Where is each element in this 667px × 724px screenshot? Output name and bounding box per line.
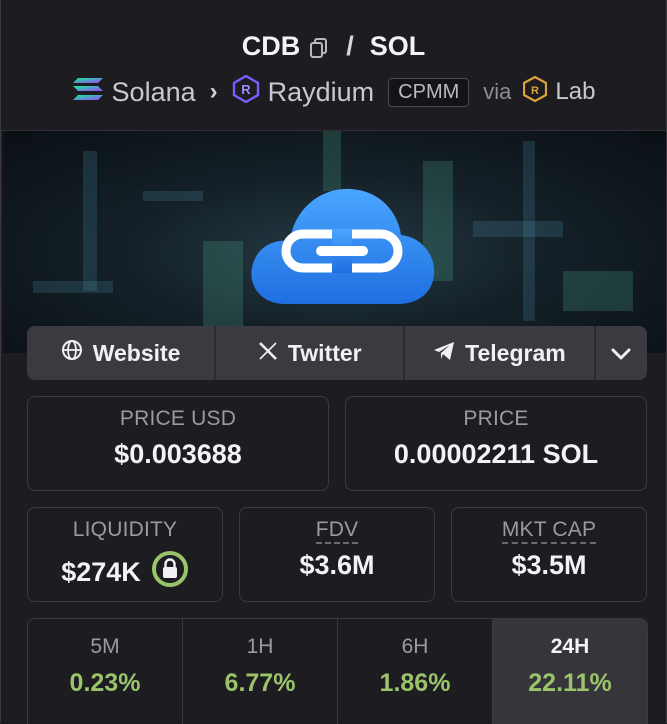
quote-token: SOL xyxy=(369,30,426,61)
price-native-label: PRICE xyxy=(463,407,529,430)
dex-link[interactable]: Raydium xyxy=(268,77,375,108)
mkt-cap-label[interactable]: MKT CAP xyxy=(501,518,597,544)
tab-label: 6H xyxy=(401,635,429,658)
globe-icon xyxy=(61,339,83,367)
website-button[interactable]: Website xyxy=(27,326,217,380)
tab-label: 24H xyxy=(550,635,590,658)
x-icon xyxy=(258,340,278,367)
lab-icon: R xyxy=(523,75,548,109)
price-change: 6.77% xyxy=(224,669,296,697)
price-change: 22.11% xyxy=(528,669,612,697)
fdv-value: $3.6M xyxy=(299,550,375,580)
tab-1h[interactable]: 1H 6.77% xyxy=(183,619,338,724)
svg-text:R: R xyxy=(241,82,251,97)
telegram-label: Telegram xyxy=(465,339,566,366)
cloud-link-logo xyxy=(246,179,436,314)
pair-panel: CDB / SOL Solana › R Raydium CPMM via R … xyxy=(0,0,667,724)
solana-icon xyxy=(72,76,104,109)
website-label: Website xyxy=(92,339,181,366)
liquidity-label: LIQUIDITY xyxy=(72,518,178,541)
chevron-right-icon: › xyxy=(209,78,218,105)
price-usd-label: PRICE USD xyxy=(119,407,237,430)
mkt-cap-value: $3.5M xyxy=(511,550,587,580)
pair-title: CDB / SOL xyxy=(1,28,666,64)
liquidity-value: $274K xyxy=(61,557,141,587)
telegram-icon xyxy=(433,340,455,367)
token-banner xyxy=(3,131,666,353)
timeframe-tabs: 5M 0.23% 1H 6.77% 6H 1.86% 24H 22.11% xyxy=(27,618,648,724)
chevron-down-icon xyxy=(610,340,632,367)
tab-label: 5M xyxy=(90,635,120,658)
via-label: via xyxy=(483,79,512,104)
pool-type-badge: CPMM xyxy=(388,77,470,107)
social-links-bar: Website Twitter Telegram xyxy=(27,326,647,380)
base-token: CDB xyxy=(241,30,301,61)
fdv-card: FDV $3.6M xyxy=(239,507,435,602)
tab-label: 1H xyxy=(246,635,274,658)
raydium-icon: R xyxy=(232,74,260,110)
via-source[interactable]: Lab xyxy=(555,78,595,106)
twitter-button[interactable]: Twitter xyxy=(216,326,406,380)
copy-icon[interactable] xyxy=(308,35,330,58)
tab-24h[interactable]: 24H 22.11% xyxy=(493,619,647,724)
tab-5m[interactable]: 5M 0.23% xyxy=(28,619,183,724)
price-native-card: PRICE 0.00002211 SOL xyxy=(345,396,647,491)
liquidity-card: LIQUIDITY $274K xyxy=(27,507,223,602)
tab-6h[interactable]: 6H 1.86% xyxy=(338,619,493,724)
price-change: 0.23% xyxy=(69,669,141,697)
price-usd-value: $0.003688 xyxy=(114,439,242,469)
chain-breadcrumb: Solana › R Raydium CPMM via R Lab xyxy=(1,72,666,112)
twitter-label: Twitter xyxy=(287,339,362,366)
svg-text:R: R xyxy=(531,85,539,97)
chain-link[interactable]: Solana xyxy=(112,77,196,108)
telegram-button[interactable]: Telegram xyxy=(405,326,596,380)
price-native-value: 0.00002211 SOL xyxy=(393,439,599,469)
more-socials-button[interactable] xyxy=(596,326,648,380)
pair-separator: / xyxy=(346,30,354,61)
price-change: 1.86% xyxy=(379,669,451,697)
price-usd-card: PRICE USD $0.003688 xyxy=(27,396,329,491)
mkt-cap-card: MKT CAP $3.5M xyxy=(451,507,647,602)
lock-icon[interactable] xyxy=(151,550,189,595)
fdv-label[interactable]: FDV xyxy=(315,518,359,544)
